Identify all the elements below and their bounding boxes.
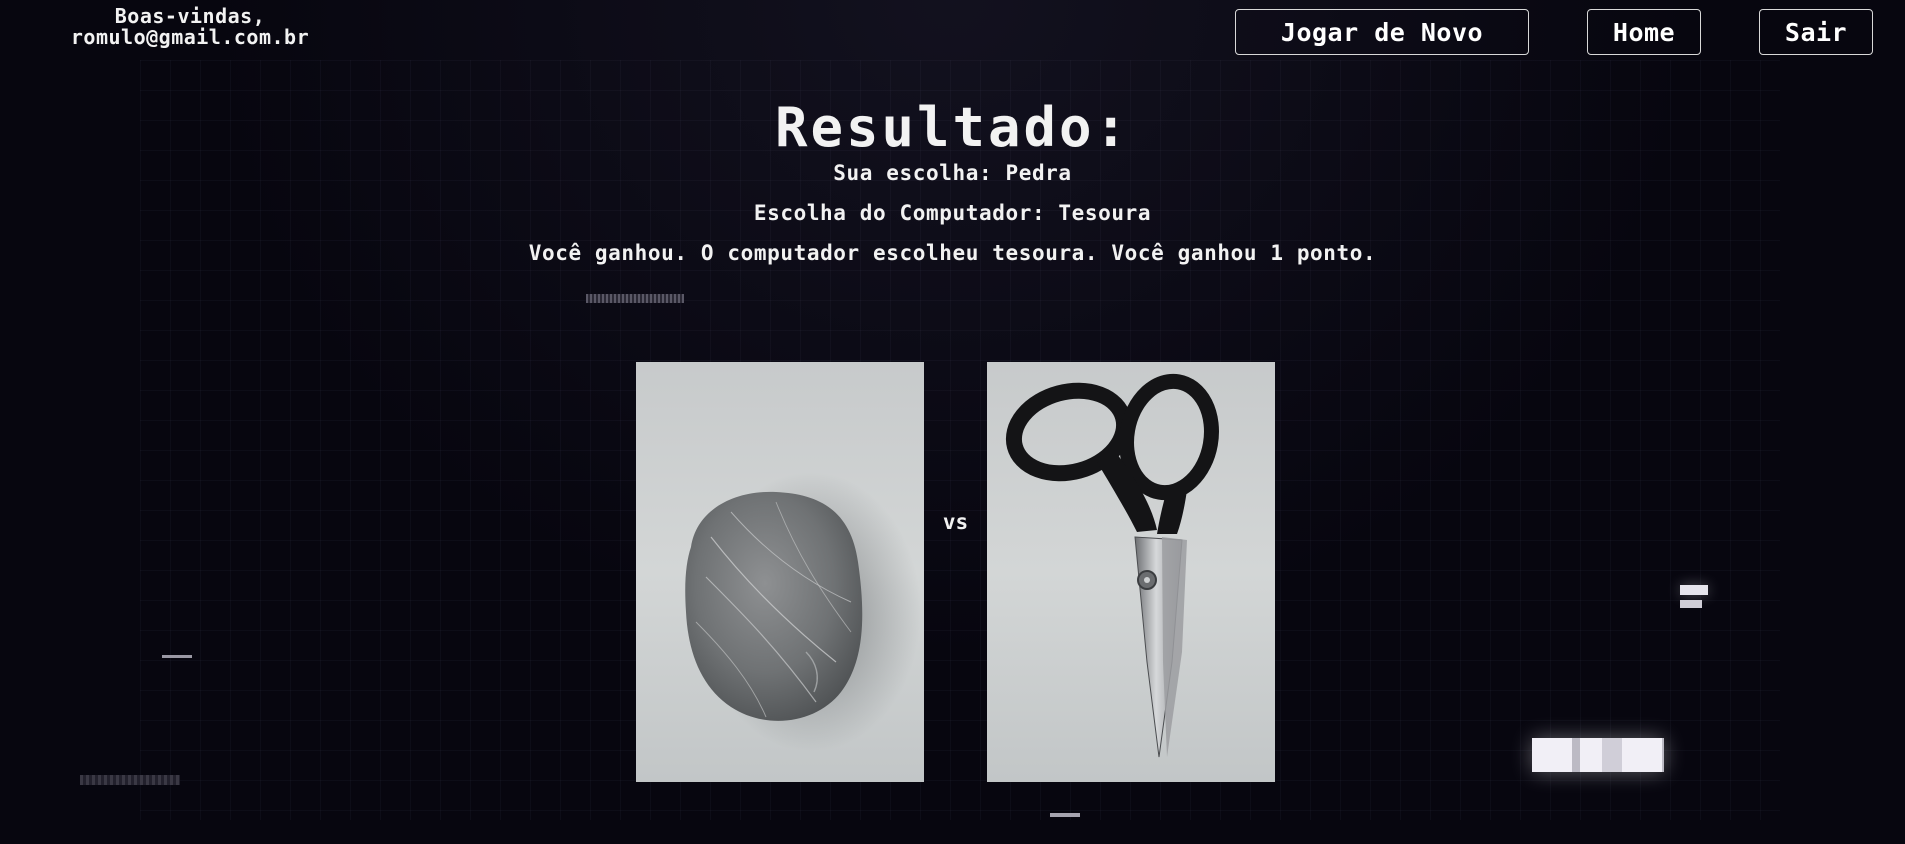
user-choice-text: Sua escolha: Pedra xyxy=(833,161,1072,185)
exit-button[interactable]: Sair xyxy=(1759,9,1873,55)
welcome-label: Boas-vindas, xyxy=(114,4,266,28)
user-choice-image xyxy=(636,362,924,782)
stone-image xyxy=(685,472,921,752)
game-result-page: Boas-vindas, romulo@gmail.com.br Jogar d… xyxy=(0,0,1905,844)
result-title: Resultado: xyxy=(774,96,1131,159)
scissors-image xyxy=(1005,373,1219,758)
computer-choice-text: Escolha do Computador: Tesoura xyxy=(753,201,1152,225)
versus-label: vs xyxy=(942,510,969,534)
glitch-decoration xyxy=(1050,813,1080,817)
glitch-decoration xyxy=(586,294,684,303)
glitch-decoration xyxy=(80,775,180,785)
result-message: Você ganhou. O computador escolheu tesou… xyxy=(528,241,1377,265)
welcome-message: Boas-vindas, romulo@gmail.com.br xyxy=(35,6,345,48)
glitch-decoration xyxy=(162,655,192,658)
home-button[interactable]: Home xyxy=(1587,9,1701,55)
glitch-decoration xyxy=(1680,600,1702,608)
computer-choice-image xyxy=(987,362,1275,782)
glitch-decoration xyxy=(1680,585,1708,595)
user-email: romulo@gmail.com.br xyxy=(70,25,310,49)
glitch-decoration xyxy=(1532,738,1664,772)
play-again-button[interactable]: Jogar de Novo xyxy=(1235,9,1529,55)
